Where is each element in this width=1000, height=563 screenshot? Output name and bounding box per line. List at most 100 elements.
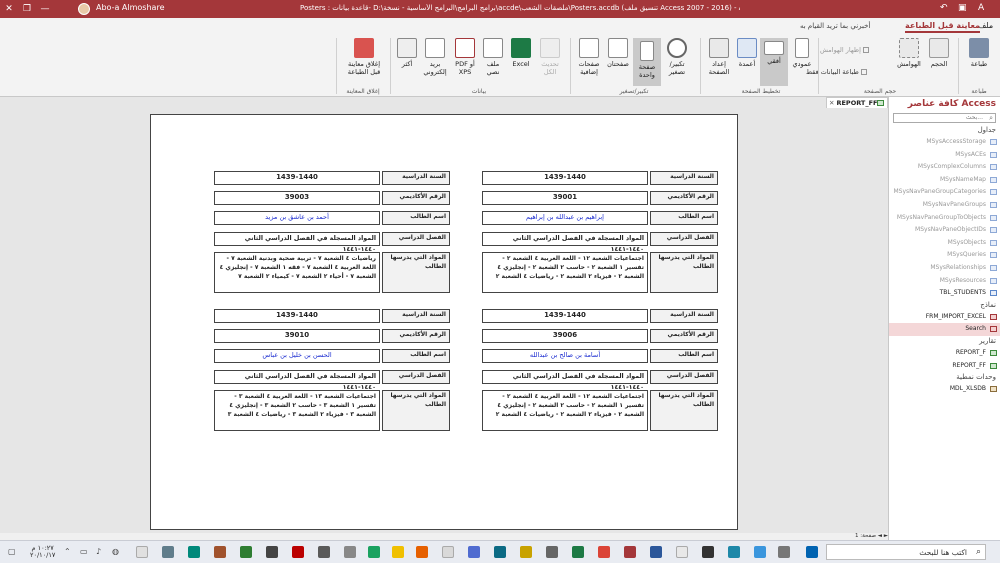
app-icon[interactable] xyxy=(520,546,532,558)
tab-report-ff[interactable]: ✕ REPORT_FF xyxy=(826,97,888,108)
save-icon[interactable]: ▣ xyxy=(958,3,967,13)
avatar[interactable] xyxy=(78,3,90,15)
firefox-icon[interactable] xyxy=(416,546,428,558)
app-icon[interactable] xyxy=(494,546,506,558)
task-view-icon[interactable] xyxy=(778,546,790,558)
nav-module-item[interactable]: MDL_XLSDB xyxy=(889,383,1000,396)
app-icon[interactable] xyxy=(344,546,356,558)
nav-section-forms[interactable]: نماذج xyxy=(889,300,1000,311)
app-icon[interactable] xyxy=(136,546,148,558)
maximize-window-icon[interactable]: ❐ xyxy=(18,0,36,18)
two-pages-button[interactable]: صفحتان xyxy=(604,38,632,68)
table-icon xyxy=(990,151,997,158)
print-data-only-checkbox[interactable]: طباعة البيانات فقط xyxy=(806,68,867,76)
show-margins-checkbox[interactable]: إظهار الهوامش xyxy=(820,46,869,54)
one-page-icon xyxy=(640,41,654,61)
page-setup-button[interactable]: إعداد الصفحة xyxy=(704,38,734,76)
app-icon[interactable] xyxy=(468,546,480,558)
nav-table-item[interactable]: MSysRelationships xyxy=(889,262,1000,275)
group-data-label: بيانات xyxy=(471,88,487,95)
excel-icon[interactable] xyxy=(572,546,584,558)
print-button[interactable]: طباعة xyxy=(962,38,996,68)
text-file-button[interactable]: ملف نصي xyxy=(480,38,506,76)
more-pages-button[interactable]: صفحات إضافية xyxy=(574,38,604,76)
pdf-xps-button[interactable]: PDF أو XPS xyxy=(452,38,478,76)
undo-icon[interactable]: ↶ xyxy=(940,3,948,13)
nav-table-item[interactable]: MSysNavPaneObjectIDs xyxy=(889,224,1000,237)
tab-file[interactable]: ملف xyxy=(978,21,993,30)
nav-table-item[interactable]: MSysComplexColumns xyxy=(889,161,1000,174)
nav-pane-title[interactable]: كافة عناصر Access xyxy=(889,97,1000,111)
show-hidden-icons-icon[interactable]: ⌃ xyxy=(64,547,71,556)
app-icon[interactable] xyxy=(214,546,226,558)
close-preview-button[interactable]: إغلاق معاينة قبل الطباعة xyxy=(344,38,384,76)
app-icon[interactable] xyxy=(292,546,304,558)
checkbox-box[interactable] xyxy=(860,69,867,75)
nav-section-modules[interactable]: وحدات نمطية xyxy=(889,372,1000,383)
nav-table-item[interactable]: MSysQueries xyxy=(889,249,1000,262)
nav-table-item[interactable]: MSysAccessStorage xyxy=(889,136,1000,149)
two-pages-icon xyxy=(608,38,628,58)
nav-search-input[interactable]: بحث... ⌕ xyxy=(893,113,996,123)
nav-table-item[interactable]: MSysACEs xyxy=(889,149,1000,162)
margins-button[interactable]: الهوامش xyxy=(894,38,924,68)
nav-table-item[interactable]: TBL_STUDENTS xyxy=(889,287,1000,300)
app-icon[interactable] xyxy=(442,546,454,558)
label-year: السنة الدراسية xyxy=(382,171,450,185)
nav-table-item[interactable]: MSysNavPaneGroups xyxy=(889,199,1000,212)
app-icon[interactable] xyxy=(702,546,714,558)
size-button[interactable]: الحجم xyxy=(924,38,954,68)
app-icon[interactable] xyxy=(318,546,330,558)
network-icon[interactable]: ◍ xyxy=(112,547,119,556)
app-icon[interactable] xyxy=(162,546,174,558)
notifications-icon[interactable]: ▢ xyxy=(8,547,16,556)
one-page-button[interactable]: صفحة واحدة xyxy=(633,38,661,86)
battery-icon[interactable]: ▭ xyxy=(80,547,88,556)
volume-icon[interactable]: ♪ xyxy=(96,547,101,556)
nav-table-item[interactable]: MSysObjects xyxy=(889,237,1000,250)
nav-table-item[interactable]: MSysNavPaneGroupCategories xyxy=(889,186,1000,199)
label-semester: الفصل الدراسي xyxy=(382,370,450,384)
landscape-button[interactable]: أفقي xyxy=(760,38,788,86)
nav-report-item[interactable]: REPORT_FF xyxy=(889,360,1000,373)
excel-button[interactable]: Excel xyxy=(508,38,534,68)
taskbar-search-box[interactable]: اكتب هنا للبحث ⌕ xyxy=(826,544,986,560)
close-window-icon[interactable]: ✕ xyxy=(0,0,18,18)
start-icon[interactable] xyxy=(806,546,818,558)
refresh-all-button[interactable]: تحديث الكل xyxy=(536,38,564,76)
tab-print-preview[interactable]: معاينة قبل الطباعة xyxy=(905,21,980,33)
app-icon[interactable] xyxy=(188,546,200,558)
account-name[interactable]: Abo-a Almoshare xyxy=(96,3,164,12)
nav-table-item[interactable]: MSysNavPaneGroupToObjects xyxy=(889,212,1000,225)
edge-icon[interactable] xyxy=(728,546,740,558)
app-icon[interactable] xyxy=(754,546,766,558)
file-explorer-icon[interactable] xyxy=(392,546,404,558)
nav-report-item[interactable]: REPORT_F xyxy=(889,347,1000,360)
nav-table-item[interactable]: MSysNameMap xyxy=(889,174,1000,187)
ribbon-tabs: ملف معاينة قبل الطباعة أخبرني بما تريد ا… xyxy=(0,18,1000,35)
taskbar-clock[interactable]: ١٠:٢٧ م ٢٠/١٠/١٧ xyxy=(30,545,55,559)
email-button[interactable]: بريد إلكتروني xyxy=(420,38,450,76)
nav-form-item[interactable]: Search xyxy=(889,323,1000,336)
access-icon[interactable] xyxy=(624,546,636,558)
nav-form-item[interactable]: FRM_IMPORT_EXCEL xyxy=(889,311,1000,324)
app-icon[interactable] xyxy=(240,546,252,558)
close-tab-icon[interactable]: ✕ xyxy=(829,98,834,108)
nav-section-reports[interactable]: تقارير xyxy=(889,336,1000,347)
columns-button[interactable]: أعمدة xyxy=(734,38,760,68)
chrome-icon[interactable] xyxy=(598,546,610,558)
minimize-window-icon[interactable]: — xyxy=(36,0,54,18)
page-navigator[interactable]: صفحة: 1 ◄ ► xyxy=(846,533,888,540)
app-icon[interactable] xyxy=(368,546,380,558)
app-icon[interactable] xyxy=(266,546,278,558)
tell-me-box[interactable]: أخبرني بما تريد القيام به xyxy=(800,22,870,30)
nav-table-item[interactable]: MSysResources xyxy=(889,275,1000,288)
checkbox-box[interactable] xyxy=(862,47,869,53)
word-icon[interactable] xyxy=(650,546,662,558)
app-icon[interactable] xyxy=(546,546,558,558)
nav-section-tables[interactable]: جداول xyxy=(889,125,1000,136)
app-icon[interactable] xyxy=(676,546,688,558)
zoom-button[interactable]: تكبير/تصغير xyxy=(662,38,692,76)
portrait-button[interactable]: عمودي xyxy=(788,38,816,68)
more-data-button[interactable]: أكثر xyxy=(394,38,420,68)
